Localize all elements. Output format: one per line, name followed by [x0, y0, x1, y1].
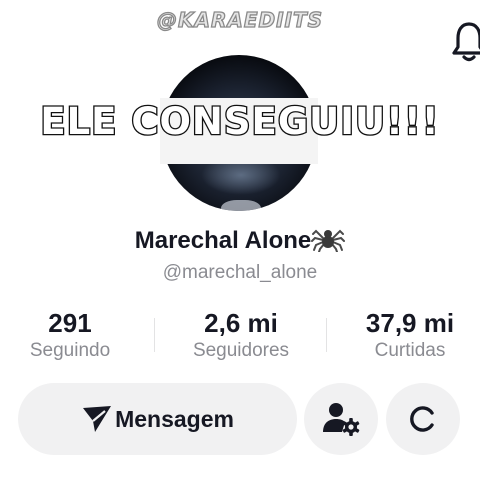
stat-followers-value: 2,6 mi — [204, 308, 278, 338]
stat-following[interactable]: 291 Seguindo — [0, 308, 150, 364]
account-settings-button[interactable] — [304, 383, 378, 455]
stat-following-value: 291 — [48, 308, 92, 338]
user-gear-icon — [323, 403, 360, 436]
watermark: @KARAEDIITS — [156, 7, 324, 32]
stat-likes-value: 37,9 mi — [365, 308, 455, 338]
bell-icon[interactable] — [452, 20, 480, 64]
stat-following-label: Seguindo — [29, 340, 111, 361]
avatar-figure — [221, 200, 261, 211]
stat-divider — [326, 318, 327, 352]
stat-divider — [154, 318, 155, 352]
stat-likes-label: Curtidas — [374, 340, 446, 361]
spider-icon — [311, 229, 346, 252]
profile-name-row: Marechal Alone — [0, 226, 480, 255]
profile-name: Marechal Alone — [134, 227, 312, 254]
send-icon — [83, 406, 112, 432]
refresh-icon — [410, 406, 434, 432]
overlay-caption: ELE CONSEGUIU!!! — [39, 99, 440, 145]
stat-followers[interactable]: 2,6 mi Seguidores — [161, 308, 321, 364]
stat-followers-label: Seguidores — [192, 340, 290, 361]
message-button-label: Mensagem — [115, 405, 234, 432]
stat-likes[interactable]: 37,9 mi Curtidas — [330, 308, 480, 364]
refresh-button[interactable] — [386, 383, 460, 455]
message-button[interactable]: Mensagem — [18, 383, 297, 455]
profile-handle: @marechal_alone — [162, 262, 318, 283]
